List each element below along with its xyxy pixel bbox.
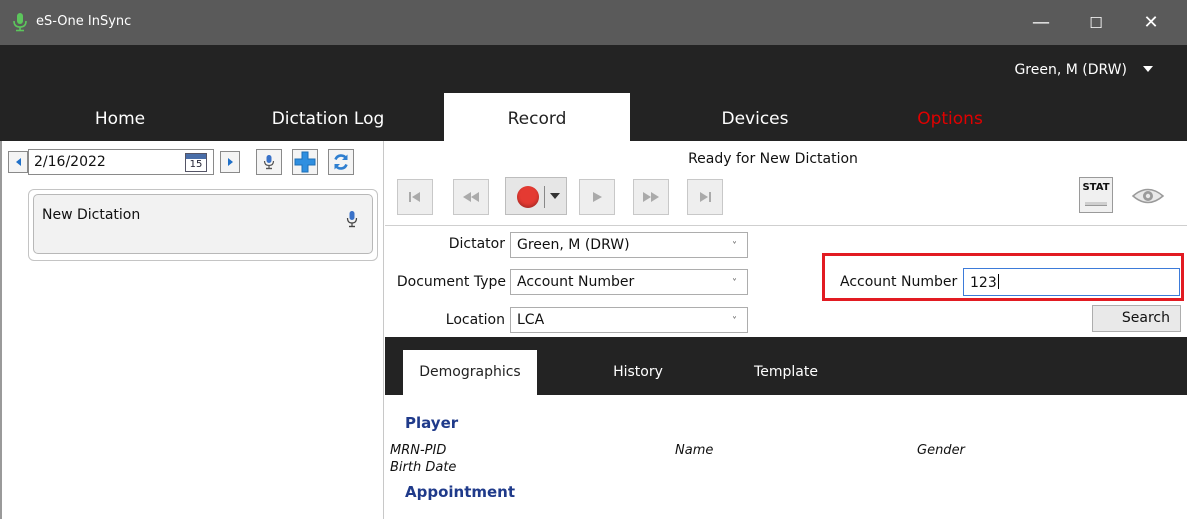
gender-label: Gender xyxy=(917,443,965,458)
location-value: LCA xyxy=(517,312,545,328)
dictation-list-panel: 2/16/2022 15 New Dictation xyxy=(0,141,384,519)
maximize-button[interactable]: ☐ xyxy=(1073,0,1119,45)
tab-history[interactable]: History xyxy=(583,350,693,395)
close-button[interactable]: ✕ xyxy=(1128,0,1174,45)
arrow-right-icon xyxy=(227,158,233,166)
chevron-down-icon: ˅ xyxy=(732,241,737,252)
mrn-pid-label: MRN-PID xyxy=(390,443,447,458)
calendar-icon[interactable]: 15 xyxy=(185,153,207,172)
fast-forward-button[interactable] xyxy=(633,179,669,215)
main-tab-bar: Home Dictation Log Record Devices Option… xyxy=(0,93,1187,141)
dictation-label: New Dictation xyxy=(42,207,141,223)
record-separator xyxy=(544,186,545,208)
tab-options[interactable]: Options xyxy=(880,93,1020,141)
microphone-icon xyxy=(263,155,275,170)
eye-icon xyxy=(1131,188,1165,204)
search-button[interactable]: Search xyxy=(1092,305,1181,332)
record-button[interactable] xyxy=(505,177,567,215)
user-menu[interactable]: Green, M (DRW) xyxy=(1014,62,1127,78)
microphone-icon xyxy=(346,211,358,228)
account-number-value: 123 xyxy=(970,274,999,291)
account-number-text: 123 xyxy=(970,275,997,291)
tab-devices[interactable]: Devices xyxy=(680,93,830,141)
birth-date-label: Birth Date xyxy=(390,460,457,475)
dictator-select[interactable]: Green, M (DRW) ˅ xyxy=(510,232,748,258)
stat-button[interactable]: STAT xyxy=(1079,177,1113,213)
tab-home[interactable]: Home xyxy=(50,93,190,141)
rewind-icon xyxy=(463,192,479,202)
list-item[interactable]: New Dictation xyxy=(33,194,373,254)
chevron-down-icon: ˅ xyxy=(732,316,737,327)
tab-demographics[interactable]: Demographics xyxy=(403,350,537,395)
fast-forward-icon xyxy=(643,192,659,202)
refresh-button[interactable] xyxy=(328,149,354,175)
location-select[interactable]: LCA ˅ xyxy=(510,307,748,333)
arrow-left-icon xyxy=(15,158,21,166)
play-icon xyxy=(593,192,602,202)
next-date-button[interactable] xyxy=(220,151,240,173)
minimize-button[interactable]: — xyxy=(1018,0,1064,45)
account-number-label: Account Number xyxy=(840,274,958,290)
chevron-down-icon: ˅ xyxy=(732,278,737,289)
dictator-label: Dictator xyxy=(448,236,505,252)
appointment-section-title: Appointment xyxy=(405,483,516,501)
stat-label: STAT xyxy=(1082,182,1110,193)
dictation-status: Ready for New Dictation xyxy=(688,151,858,167)
document-type-value: Account Number xyxy=(517,274,635,290)
skip-start-icon xyxy=(409,192,420,202)
demographics-content: Player MRN-PID Name Gender Birth Date Ap… xyxy=(385,395,1187,519)
date-value: 2/16/2022 xyxy=(34,154,106,170)
plus-icon xyxy=(294,151,316,173)
microphone-button[interactable] xyxy=(256,149,282,175)
player-section-title: Player xyxy=(405,414,459,432)
record-icon xyxy=(517,186,539,208)
record-dropdown-icon[interactable] xyxy=(550,193,560,199)
dictation-list: New Dictation xyxy=(28,189,378,261)
document-type-label: Document Type xyxy=(396,274,506,290)
microphone-icon xyxy=(13,13,27,32)
text-cursor xyxy=(997,274,999,289)
divider xyxy=(385,225,1187,226)
tab-record[interactable]: Record xyxy=(444,93,630,141)
rewind-button[interactable] xyxy=(453,179,489,215)
name-label: Name xyxy=(675,443,714,458)
date-picker[interactable]: 2/16/2022 15 xyxy=(28,149,214,175)
preview-button[interactable] xyxy=(1125,177,1171,215)
account-number-input[interactable]: 123 xyxy=(963,268,1180,296)
location-label: Location xyxy=(445,312,505,328)
refresh-icon xyxy=(334,154,348,170)
caret-down-icon[interactable] xyxy=(1143,66,1153,72)
user-bar: Green, M (DRW) xyxy=(0,45,1187,93)
window-title: eS-One InSync xyxy=(36,14,132,29)
skip-end-icon xyxy=(700,192,711,202)
play-button[interactable] xyxy=(579,179,615,215)
tab-template[interactable]: Template xyxy=(731,350,841,395)
skip-to-start-button[interactable] xyxy=(397,179,433,215)
details-tab-bar: Demographics History Template xyxy=(385,337,1187,395)
stat-toggle-icon xyxy=(1085,202,1107,206)
previous-date-button[interactable] xyxy=(8,151,28,173)
title-bar: eS-One InSync — ☐ ✕ xyxy=(0,0,1187,45)
add-dictation-button[interactable] xyxy=(292,149,318,175)
skip-to-end-button[interactable] xyxy=(687,179,723,215)
tab-dictation-log[interactable]: Dictation Log xyxy=(248,93,408,141)
record-panel: Ready for New Dictation STAT Dictator Gr… xyxy=(385,141,1187,519)
document-type-select[interactable]: Account Number ˅ xyxy=(510,269,748,295)
dictator-value: Green, M (DRW) xyxy=(517,237,630,253)
